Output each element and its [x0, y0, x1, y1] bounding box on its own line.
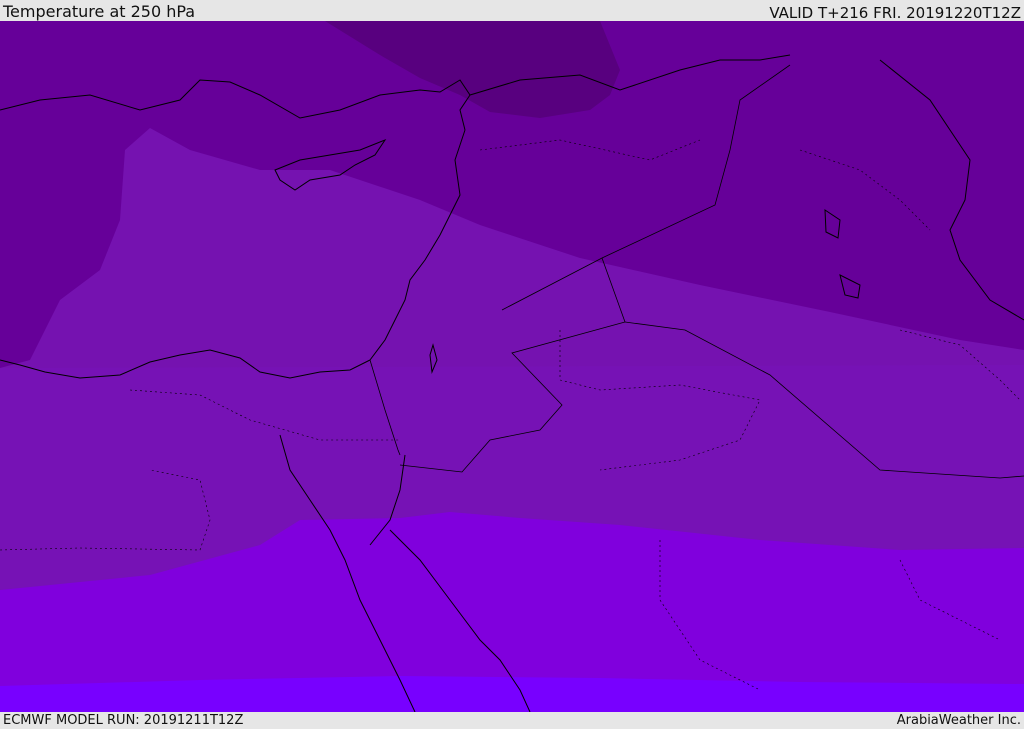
footer-bar: ECMWF MODEL RUN: 20191211T12Z ArabiaWeat…	[0, 712, 1024, 729]
model-run: ECMWF MODEL RUN: 20191211T12Z	[3, 713, 244, 728]
valid-time: VALID T+216 FRI. 20191220T12Z	[769, 4, 1021, 22]
credit: ArabiaWeather Inc.	[896, 713, 1021, 728]
temperature-map	[0, 21, 1024, 712]
map-title: Temperature at 250 hPa	[3, 2, 196, 21]
header-bar: Temperature at 250 hPa VALID T+216 FRI. …	[0, 0, 1024, 22]
